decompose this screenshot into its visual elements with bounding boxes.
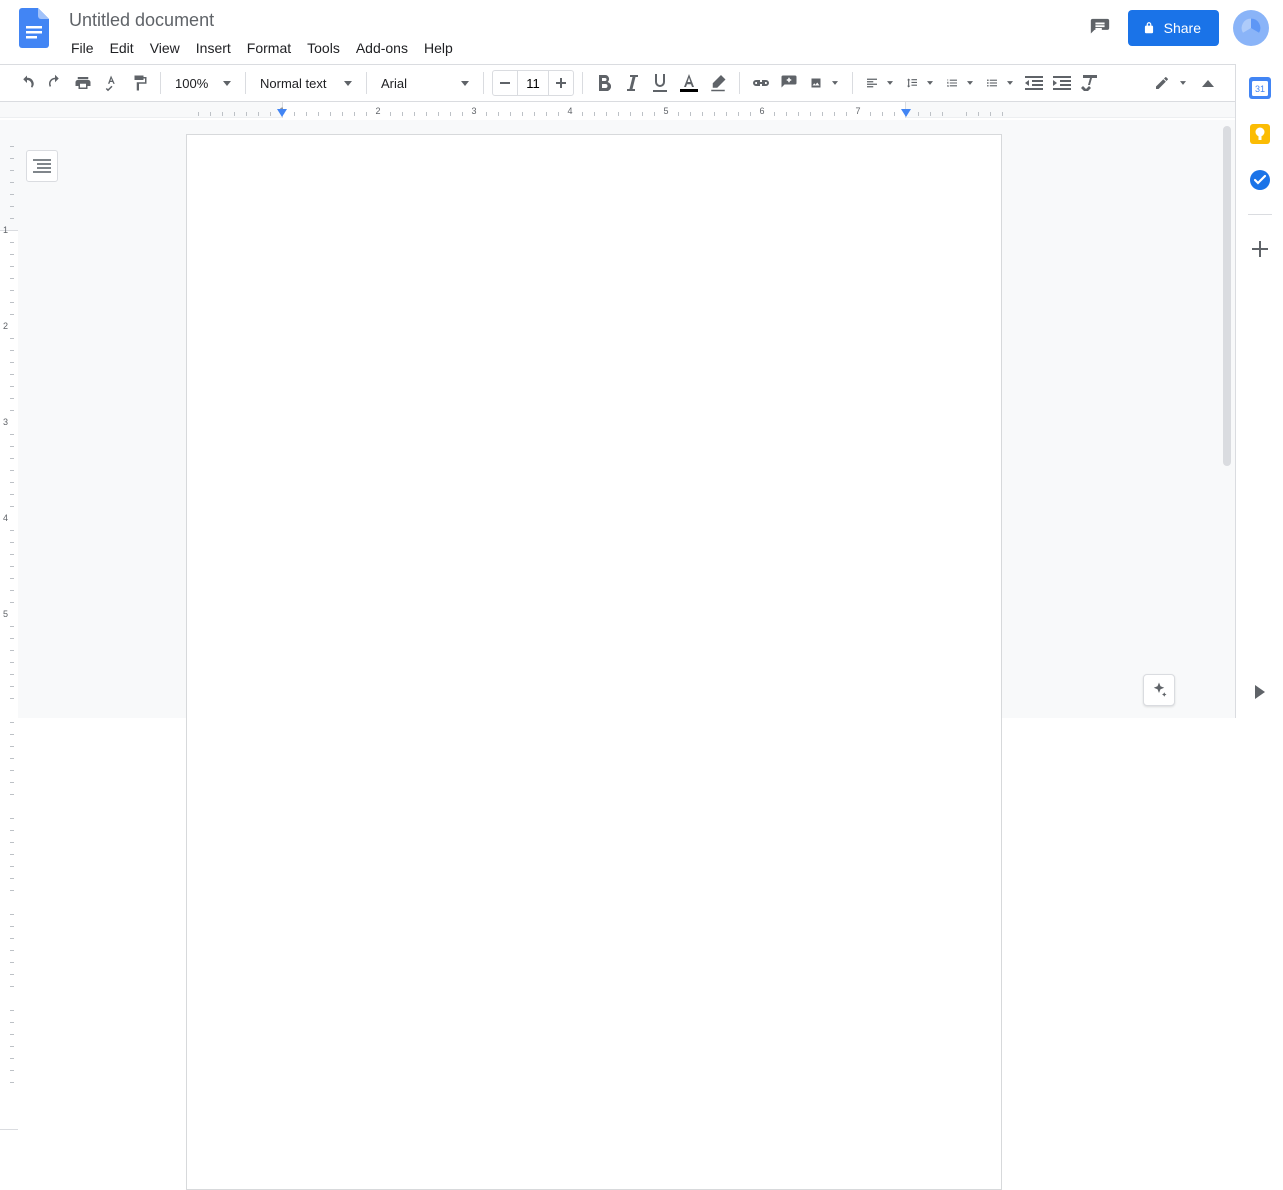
menu-bar: File Edit View Insert Format Tools Add-o…: [64, 36, 1086, 60]
calendar-addon-icon[interactable]: 31: [1248, 76, 1272, 100]
lock-icon: [1142, 21, 1156, 35]
horizontal-ruler[interactable]: 1234567: [0, 102, 1235, 118]
collapse-toolbar-button[interactable]: [1195, 70, 1221, 96]
paragraph-style-dropdown[interactable]: Normal text: [254, 70, 358, 96]
separator: [483, 72, 484, 94]
editing-mode-button[interactable]: [1147, 70, 1193, 96]
vertical-scrollbar[interactable]: [1223, 126, 1231, 466]
italic-button[interactable]: [619, 70, 645, 96]
text-color-button[interactable]: [675, 70, 703, 96]
caret-down-icon: [832, 81, 838, 85]
font-family-value: Arial: [381, 76, 407, 91]
caret-down-icon: [1180, 81, 1186, 85]
separator: [245, 72, 246, 94]
bulleted-list-button[interactable]: [981, 70, 1019, 96]
spellcheck-button[interactable]: [98, 70, 124, 96]
separator: [852, 72, 853, 94]
caret-down-icon: [461, 81, 469, 86]
print-button[interactable]: [70, 70, 96, 96]
title-block: Untitled document File Edit View Insert …: [64, 6, 1086, 60]
menu-edit[interactable]: Edit: [103, 36, 141, 60]
insert-image-button[interactable]: [804, 70, 844, 96]
numbered-list-button[interactable]: [941, 70, 979, 96]
zoom-dropdown[interactable]: 100%: [169, 70, 237, 96]
document-title[interactable]: Untitled document: [64, 6, 219, 34]
separator: [366, 72, 367, 94]
menu-help[interactable]: Help: [417, 36, 460, 60]
font-size-value[interactable]: 11: [517, 71, 549, 95]
redo-button[interactable]: [42, 70, 68, 96]
vertical-ruler[interactable]: 12345: [0, 120, 18, 718]
menu-format[interactable]: Format: [240, 36, 298, 60]
docs-home-icon[interactable]: [14, 8, 54, 48]
page[interactable]: [186, 134, 1002, 1190]
bold-button[interactable]: [591, 70, 617, 96]
highlight-color-button[interactable]: [705, 70, 731, 96]
keep-addon-icon[interactable]: [1248, 122, 1272, 146]
separator: [582, 72, 583, 94]
caret-down-icon: [967, 81, 973, 85]
insert-link-button[interactable]: [748, 70, 774, 96]
paint-format-button[interactable]: [126, 70, 152, 96]
hide-side-panel-button[interactable]: [1248, 680, 1272, 704]
line-spacing-button[interactable]: [901, 70, 939, 96]
share-button[interactable]: Share: [1128, 10, 1219, 46]
align-button[interactable]: [861, 70, 899, 96]
caret-down-icon: [927, 81, 933, 85]
clear-formatting-button[interactable]: [1077, 70, 1103, 96]
caret-down-icon: [223, 81, 231, 86]
side-panel-separator: [1248, 214, 1272, 215]
caret-down-icon: [887, 81, 893, 85]
menu-file[interactable]: File: [64, 36, 101, 60]
separator: [739, 72, 740, 94]
separator: [160, 72, 161, 94]
header-right: Share: [1086, 10, 1269, 46]
increase-indent-button[interactable]: [1049, 70, 1075, 96]
tasks-addon-icon[interactable]: [1248, 168, 1272, 192]
caret-down-icon: [1007, 81, 1013, 85]
svg-text:31: 31: [1254, 84, 1264, 94]
underline-button[interactable]: [647, 70, 673, 96]
app-header: Untitled document File Edit View Insert …: [0, 0, 1283, 64]
font-size-control: 11: [492, 70, 574, 96]
undo-button[interactable]: [14, 70, 40, 96]
font-family-dropdown[interactable]: Arial: [375, 70, 475, 96]
show-outline-button[interactable]: [26, 150, 58, 182]
explore-button[interactable]: [1143, 674, 1175, 706]
font-size-decrease[interactable]: [493, 71, 517, 95]
share-label: Share: [1164, 20, 1201, 36]
menu-tools[interactable]: Tools: [300, 36, 347, 60]
font-size-increase[interactable]: [549, 71, 573, 95]
document-canvas: 12345: [0, 120, 1235, 718]
menu-view[interactable]: View: [143, 36, 187, 60]
menu-addons[interactable]: Add-ons: [349, 36, 415, 60]
caret-down-icon: [344, 81, 352, 86]
decrease-indent-button[interactable]: [1021, 70, 1047, 96]
add-comment-button[interactable]: [776, 70, 802, 96]
get-addons-button[interactable]: [1248, 237, 1272, 261]
paragraph-style-value: Normal text: [260, 76, 326, 91]
toolbar: 100% Normal text Arial 11: [0, 64, 1235, 102]
menu-insert[interactable]: Insert: [189, 36, 238, 60]
account-avatar[interactable]: [1233, 10, 1269, 46]
side-panel: 31: [1235, 64, 1283, 718]
zoom-value: 100%: [175, 76, 208, 91]
comment-history-button[interactable]: [1086, 14, 1114, 42]
